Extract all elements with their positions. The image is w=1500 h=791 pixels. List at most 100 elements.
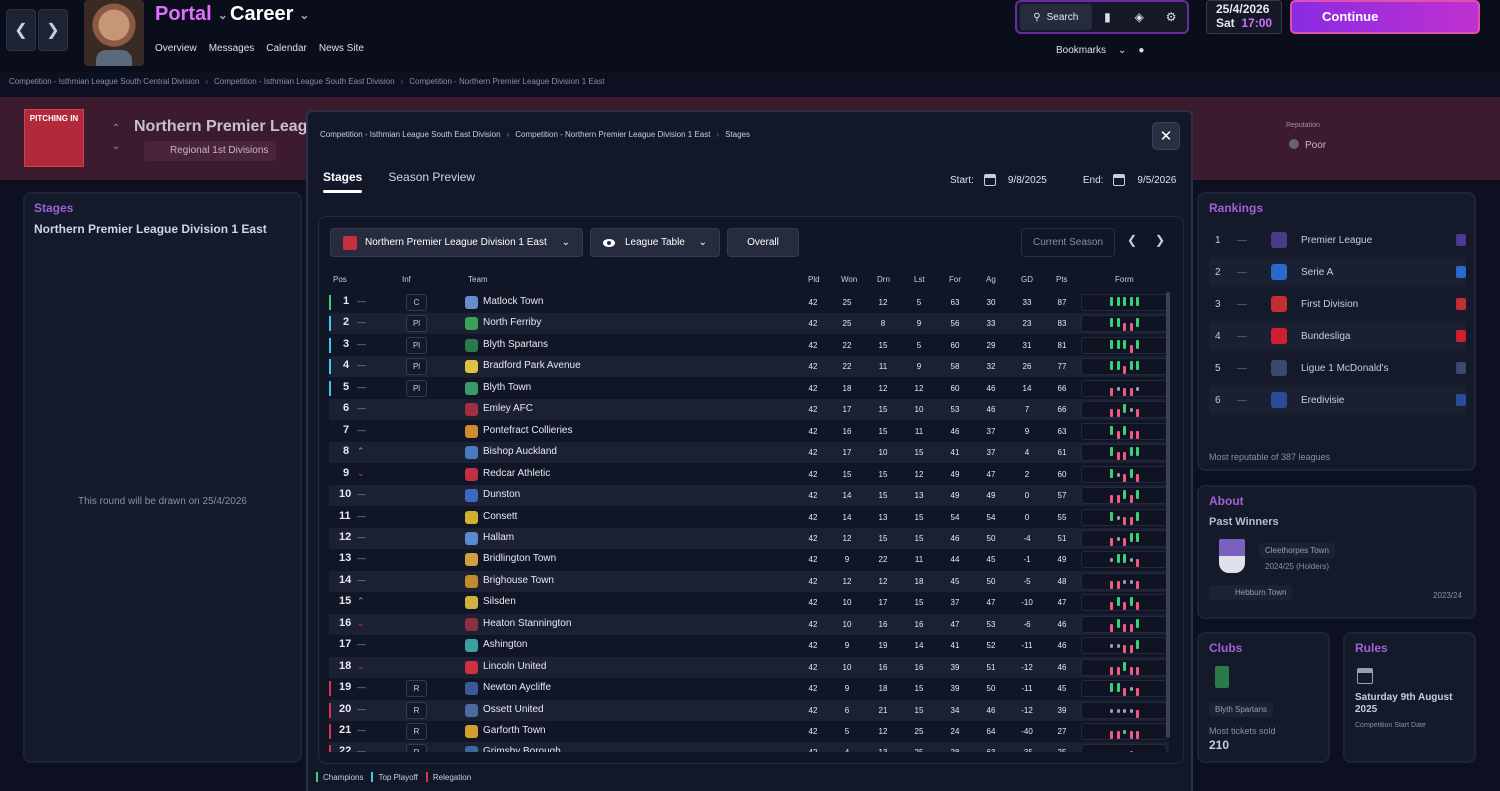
ranking-row[interactable]: 5 — Ligue 1 McDonald's — [1209, 353, 1466, 383]
info-badge[interactable]: R — [406, 680, 427, 698]
career-menu[interactable]: Career ⌄ — [230, 3, 309, 26]
team-crest[interactable] — [465, 639, 478, 653]
prev-winner[interactable]: Hebburn Town — [1209, 585, 1293, 600]
form-guide[interactable] — [1081, 701, 1167, 719]
team-crest[interactable] — [465, 553, 478, 567]
form-guide[interactable] — [1081, 637, 1167, 655]
region-chip[interactable]: Regional 1st Divisions — [144, 141, 277, 161]
table-row[interactable]: 11 — Consett 42 14 13 15 54 54 0 55 — [329, 507, 1169, 528]
team-crest[interactable] — [465, 596, 478, 610]
form-guide[interactable] — [1081, 744, 1167, 752]
table-row[interactable]: 12 — Hallam 42 12 15 15 46 50 -4 51 — [329, 527, 1169, 549]
club-name[interactable]: Blyth Spartans — [1209, 702, 1274, 717]
form-guide[interactable] — [1081, 358, 1167, 376]
breadcrumb-item[interactable]: Competition - Isthmian League South East… — [320, 130, 501, 139]
form-guide[interactable] — [1081, 379, 1167, 397]
team-name[interactable]: Pontefract Collieries — [483, 425, 572, 436]
team-name[interactable]: Bishop Auckland — [483, 446, 557, 457]
team-name[interactable]: Consett — [483, 511, 517, 522]
table-row[interactable]: 16 ⌄ Heaton Stannington 42 10 16 16 47 53 -6 46 — [329, 613, 1169, 635]
team-crest[interactable] — [465, 317, 478, 331]
form-guide[interactable] — [1081, 529, 1167, 547]
current-season-button[interactable]: Current Season — [1021, 228, 1115, 257]
ranking-row[interactable]: 3 — First Division — [1209, 289, 1466, 319]
form-guide[interactable] — [1081, 294, 1167, 311]
table-row[interactable]: 9 ⌄ Redcar Athletic 42 15 15 12 49 47 2 60 — [329, 464, 1169, 485]
overall-button[interactable]: Overall — [727, 228, 799, 257]
continue-button[interactable]: Continue — [1290, 0, 1480, 34]
col-inf[interactable]: Inf — [402, 275, 411, 284]
form-guide[interactable] — [1081, 551, 1167, 569]
table-row[interactable]: 22 — R Grimsby Borough 42 4 13 25 28 63 -35 25 — [329, 742, 1169, 752]
team-name[interactable]: Emley AFC — [483, 403, 533, 414]
team-crest[interactable] — [465, 510, 478, 524]
breadcrumb-item[interactable]: Competition - Northern Premier League Di… — [409, 77, 604, 86]
info-badge[interactable]: Pl — [406, 358, 427, 376]
team-crest[interactable] — [465, 682, 478, 696]
close-button[interactable]: ✕ — [1152, 122, 1180, 150]
chevron-left-icon[interactable]: ❮ — [1127, 233, 1137, 247]
breadcrumb-item[interactable]: Competition - Isthmian League South East… — [214, 77, 395, 86]
table-scrollbar[interactable] — [1166, 292, 1170, 738]
form-guide[interactable] — [1081, 401, 1167, 419]
team-name[interactable]: North Ferriby — [483, 317, 541, 328]
team-crest[interactable] — [465, 574, 478, 588]
winner-name[interactable]: Cleethorpes Town — [1259, 543, 1335, 558]
people-icon[interactable]: ● — [1138, 45, 1144, 56]
ranking-row[interactable]: 2 — Serie A — [1209, 257, 1466, 287]
table-row[interactable]: 3 — Pl Blyth Spartans 42 22 15 5 60 29 31 81 — [329, 335, 1169, 356]
view-dropdown[interactable]: League Table ⌄ — [590, 228, 720, 257]
table-row[interactable]: 19 — R Newton Aycliffe 42 9 18 15 39 50 -11 45 — [329, 678, 1169, 699]
bookmark-icon[interactable]: ▮ — [1092, 4, 1124, 30]
game-date[interactable]: 25/4/2026 Sat 17:00 — [1206, 0, 1282, 34]
team-name[interactable]: Newton Aycliffe — [483, 682, 551, 693]
table-row[interactable]: 14 — Brighouse Town 42 12 12 18 45 50 -5 48 — [329, 570, 1169, 592]
col-ag[interactable]: Ag — [986, 275, 996, 284]
col-won[interactable]: Won — [841, 275, 857, 284]
tab-season-preview[interactable]: Season Preview — [388, 170, 475, 184]
info-badge[interactable]: Pl — [406, 315, 427, 333]
breadcrumb-item[interactable]: Competition - Isthmian League South Cent… — [9, 77, 199, 86]
manager-avatar[interactable] — [84, 0, 144, 66]
form-guide[interactable] — [1081, 336, 1167, 354]
team-name[interactable]: Garforth Town — [483, 725, 546, 736]
form-guide[interactable] — [1081, 315, 1167, 333]
col-pts[interactable]: Pts — [1056, 275, 1068, 284]
form-guide[interactable] — [1081, 487, 1167, 505]
ranking-row[interactable]: 4 — Bundesliga — [1209, 321, 1466, 351]
team-crest[interactable] — [465, 296, 478, 309]
team-crest[interactable] — [465, 703, 478, 717]
competition-dropdown[interactable]: Northern Premier League Division 1 East … — [330, 228, 583, 257]
form-guide[interactable] — [1081, 594, 1167, 612]
breadcrumb-item[interactable]: Competition - Northern Premier League Di… — [515, 130, 710, 139]
team-crest[interactable] — [465, 446, 478, 460]
form-guide[interactable] — [1081, 422, 1167, 440]
col-drn[interactable]: Drn — [877, 275, 890, 284]
info-badge[interactable]: C — [406, 294, 427, 311]
form-guide[interactable] — [1081, 615, 1167, 633]
info-badge[interactable]: R — [406, 701, 427, 719]
info-badge[interactable]: R — [406, 744, 427, 752]
form-guide[interactable] — [1081, 680, 1167, 698]
team-name[interactable]: Lincoln United — [483, 661, 546, 672]
nav-overview[interactable]: Overview — [155, 43, 197, 54]
gear-icon[interactable]: ⚙ — [1155, 4, 1187, 30]
form-guide[interactable] — [1081, 723, 1167, 740]
table-row[interactable]: 20 — R Ossett United 42 6 21 15 34 46 -12 39 — [329, 699, 1169, 721]
team-crest[interactable] — [465, 617, 478, 631]
form-guide[interactable] — [1081, 508, 1167, 526]
nav-calendar[interactable]: Calendar — [266, 43, 307, 54]
table-row[interactable]: 8 ⌃ Bishop Auckland 42 17 10 15 41 37 4 61 — [329, 442, 1169, 464]
portal-menu[interactable]: Portal ⌄ — [155, 3, 228, 26]
team-crest[interactable] — [465, 531, 478, 545]
globe-icon[interactable]: ◈ — [1123, 4, 1155, 30]
table-row[interactable]: 6 — Emley AFC 42 17 15 10 53 46 7 66 — [329, 399, 1169, 421]
team-crest[interactable] — [465, 360, 478, 374]
table-row[interactable]: 1 — C Matlock Town 42 25 12 5 63 30 33 87 — [329, 292, 1169, 313]
team-crest[interactable] — [465, 725, 478, 738]
table-row[interactable]: 17 — Ashington 42 9 19 14 41 52 -11 46 — [329, 635, 1169, 656]
form-guide[interactable] — [1081, 572, 1167, 590]
chevron-right-icon[interactable]: ❯ — [1155, 233, 1165, 247]
team-name[interactable]: Redcar Athletic — [483, 468, 550, 479]
col-form[interactable]: Form — [1115, 275, 1134, 284]
